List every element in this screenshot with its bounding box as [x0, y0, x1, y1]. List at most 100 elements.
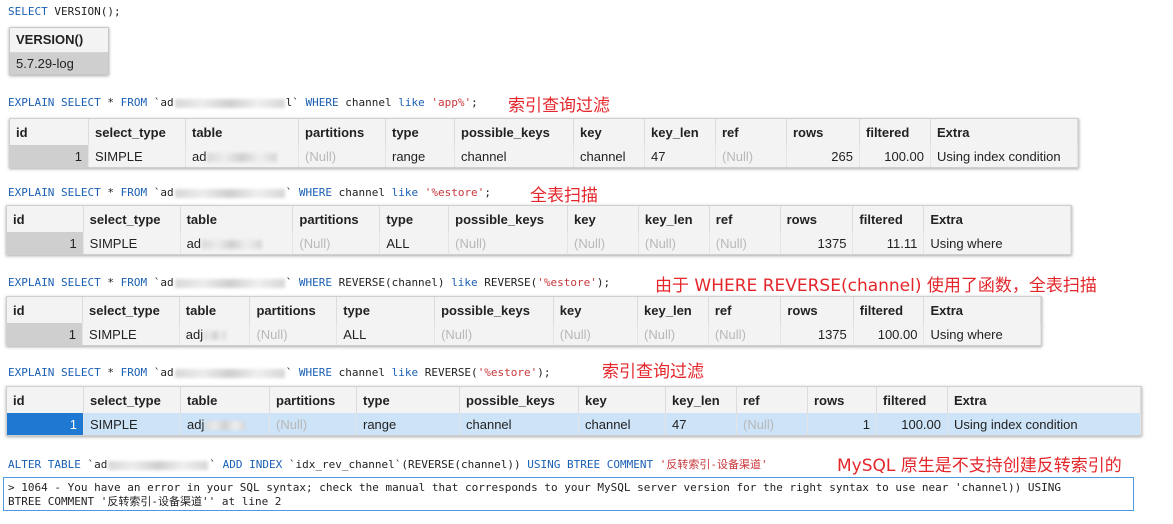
cell-extra[interactable]: Using where: [923, 232, 1071, 254]
table-row-selected[interactable]: 1 SIMPLE adj (Null) range channel channe…: [7, 413, 1141, 435]
cell-rows[interactable]: 265: [786, 145, 860, 167]
table-row[interactable]: 1 SIMPLE adj (Null) ALL (Null) (Null) (N…: [7, 323, 1041, 345]
col-extra[interactable]: Extra: [923, 206, 1071, 232]
col-select-type[interactable]: select_type: [82, 297, 180, 323]
cell-key-len[interactable]: 47: [644, 145, 716, 167]
col-extra[interactable]: Extra: [947, 387, 1141, 413]
cell-extra[interactable]: Using index condition: [947, 413, 1141, 435]
col-filtered[interactable]: filtered: [852, 206, 925, 232]
col-table[interactable]: table: [180, 387, 270, 413]
col-partitions[interactable]: partitions: [269, 387, 357, 413]
col-key[interactable]: key: [578, 387, 666, 413]
cell-ref[interactable]: (Null): [708, 323, 782, 345]
cell-partitions[interactable]: (Null): [249, 323, 338, 345]
col-select-type[interactable]: select_type: [88, 119, 186, 145]
cell-id[interactable]: 1: [10, 145, 89, 167]
col-table[interactable]: table: [180, 206, 294, 232]
cell-possible-keys[interactable]: (Null): [448, 232, 569, 254]
cell-type[interactable]: ALL: [336, 323, 436, 345]
col-id[interactable]: id: [7, 387, 84, 413]
cell-partitions[interactable]: (Null): [298, 145, 386, 167]
cell-type[interactable]: ALL: [379, 232, 450, 254]
cell-key[interactable]: channel: [578, 413, 666, 435]
cell-partitions[interactable]: (Null): [292, 232, 381, 254]
col-type[interactable]: type: [336, 297, 436, 323]
cell-filtered[interactable]: 100.00: [859, 145, 931, 167]
col-table[interactable]: table: [185, 119, 299, 145]
col-ref[interactable]: ref: [736, 387, 808, 413]
cell-filtered[interactable]: 100.00: [876, 413, 948, 435]
col-partitions[interactable]: partitions: [298, 119, 386, 145]
cell-possible-keys[interactable]: channel: [459, 413, 579, 435]
cell-key-len[interactable]: (Null): [638, 232, 710, 254]
cell-key[interactable]: channel: [573, 145, 645, 167]
col-id[interactable]: id: [7, 206, 84, 232]
cell-ref[interactable]: (Null): [709, 232, 781, 254]
col-possible-keys[interactable]: possible_keys: [459, 387, 579, 413]
col-id[interactable]: id: [7, 297, 84, 323]
col-key-len[interactable]: key_len: [665, 387, 737, 413]
col-rows[interactable]: rows: [780, 297, 854, 323]
col-table[interactable]: table: [179, 297, 251, 323]
cell-table[interactable]: ad: [185, 145, 299, 167]
col-possible-keys[interactable]: possible_keys: [448, 206, 569, 232]
col-key[interactable]: key: [553, 297, 639, 323]
col-partitions[interactable]: partitions: [249, 297, 338, 323]
col-filtered[interactable]: filtered: [853, 297, 925, 323]
col-partitions[interactable]: partitions: [292, 206, 381, 232]
cell-id[interactable]: 1: [7, 413, 84, 435]
col-possible-keys[interactable]: possible_keys: [454, 119, 574, 145]
cell-rows[interactable]: 1: [807, 413, 877, 435]
cell-select-type[interactable]: SIMPLE: [83, 413, 181, 435]
cell-select-type[interactable]: SIMPLE: [82, 323, 180, 345]
cell-key-len[interactable]: (Null): [637, 323, 709, 345]
cell-partitions[interactable]: (Null): [269, 413, 357, 435]
col-possible-keys[interactable]: possible_keys: [434, 297, 554, 323]
error-message-box[interactable]: > 1064 - You have an error in your SQL s…: [3, 477, 1134, 511]
col-key[interactable]: key: [567, 206, 639, 232]
cell-table[interactable]: adj: [179, 323, 251, 345]
col-key-len[interactable]: key_len: [644, 119, 716, 145]
cell-filtered[interactable]: 11.11: [852, 232, 925, 254]
col-key-len[interactable]: key_len: [638, 206, 710, 232]
col-key[interactable]: key: [573, 119, 645, 145]
cell-possible-keys[interactable]: (Null): [434, 323, 554, 345]
col-rows[interactable]: rows: [807, 387, 877, 413]
version-value[interactable]: 5.7.29-log: [10, 53, 108, 74]
cell-rows[interactable]: 1375: [780, 323, 854, 345]
col-select-type[interactable]: select_type: [83, 206, 181, 232]
col-extra[interactable]: Extra: [930, 119, 1078, 145]
cell-type[interactable]: range: [385, 145, 455, 167]
col-filtered[interactable]: filtered: [876, 387, 948, 413]
cell-possible-keys[interactable]: channel: [454, 145, 574, 167]
col-rows[interactable]: rows: [780, 206, 854, 232]
col-select-type[interactable]: select_type: [83, 387, 181, 413]
col-id[interactable]: id: [10, 119, 89, 145]
col-key-len[interactable]: key_len: [637, 297, 709, 323]
col-extra[interactable]: Extra: [923, 297, 1041, 323]
cell-select-type[interactable]: SIMPLE: [83, 232, 181, 254]
col-ref[interactable]: ref: [708, 297, 782, 323]
cell-key[interactable]: (Null): [567, 232, 639, 254]
cell-key-len[interactable]: 47: [665, 413, 737, 435]
col-type[interactable]: type: [356, 387, 460, 413]
table-row[interactable]: 1 SIMPLE ad (Null) ALL (Null) (Null) (Nu…: [7, 232, 1071, 254]
cell-filtered[interactable]: 100.00: [853, 323, 925, 345]
col-type[interactable]: type: [385, 119, 455, 145]
cell-type[interactable]: range: [356, 413, 460, 435]
col-ref[interactable]: ref: [715, 119, 787, 145]
cell-ref[interactable]: (Null): [736, 413, 808, 435]
cell-select-type[interactable]: SIMPLE: [88, 145, 186, 167]
cell-key[interactable]: (Null): [553, 323, 639, 345]
col-rows[interactable]: rows: [786, 119, 860, 145]
cell-rows[interactable]: 1375: [780, 232, 854, 254]
table-row[interactable]: 1 SIMPLE ad (Null) range channel channel…: [10, 145, 1078, 167]
col-type[interactable]: type: [379, 206, 450, 232]
cell-id[interactable]: 1: [7, 232, 84, 254]
cell-ref[interactable]: (Null): [715, 145, 787, 167]
col-ref[interactable]: ref: [709, 206, 781, 232]
cell-table[interactable]: ad: [180, 232, 294, 254]
cell-id[interactable]: 1: [7, 323, 84, 345]
cell-extra[interactable]: Using where: [923, 323, 1041, 345]
col-filtered[interactable]: filtered: [859, 119, 931, 145]
